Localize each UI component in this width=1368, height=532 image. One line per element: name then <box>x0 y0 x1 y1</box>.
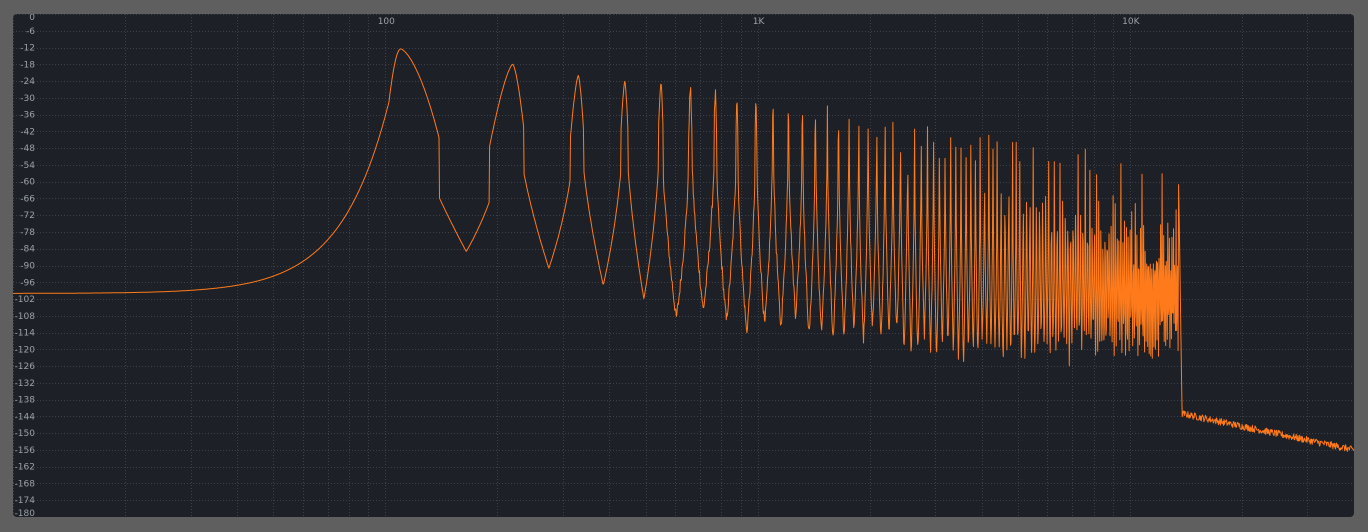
y-tick-label: -24 <box>20 77 35 87</box>
y-tick-label: -54 <box>20 161 35 171</box>
grid-lines <box>13 14 1354 517</box>
x-tick-label: 10K <box>1122 17 1140 27</box>
y-tick-label: -12 <box>20 44 35 54</box>
y-tick-label: -60 <box>20 178 35 188</box>
y-tick-label: -144 <box>15 412 36 422</box>
y-tick-label: -132 <box>15 379 35 389</box>
y-tick-label: -114 <box>15 329 36 339</box>
y-tick-label: -6 <box>26 27 35 37</box>
y-tick-label: -90 <box>20 262 35 272</box>
y-tick-label: -126 <box>15 362 36 372</box>
y-tick-label: -150 <box>15 429 36 439</box>
spectrum-chart: 0 -6 -12 -18 -24 -30 -36 -42 -48 -54 -60 -66 -72 -78 -… <box>13 14 1354 517</box>
y-tick-label: -120 <box>15 345 36 355</box>
y-tick-label: 0 <box>29 14 35 23</box>
y-tick-label: -108 <box>15 312 36 322</box>
y-tick-label: -174 <box>15 496 36 506</box>
y-tick-label: -18 <box>20 60 35 70</box>
spectrum-curve <box>13 48 1354 452</box>
y-tick-label: -72 <box>20 211 35 221</box>
y-tick-label: -168 <box>15 479 36 489</box>
y-tick-label: -48 <box>20 144 35 154</box>
y-tick-label: -42 <box>20 127 35 137</box>
y-tick-label: -102 <box>15 295 35 305</box>
y-tick-label: -138 <box>15 396 36 406</box>
x-tick-label: 1K <box>753 17 766 27</box>
y-tick-label: -78 <box>20 228 35 238</box>
y-tick-label: -162 <box>15 463 35 473</box>
spectrum-analyzer-panel: 0 -6 -12 -18 -24 -30 -36 -42 -48 -54 -60 -66 -72 -78 -… <box>13 14 1354 517</box>
y-tick-label: -84 <box>20 245 35 255</box>
y-tick-label: -36 <box>20 111 35 121</box>
y-tick-label: -30 <box>20 94 35 104</box>
x-tick-label: 100 <box>378 17 395 27</box>
y-tick-label: -66 <box>20 194 35 204</box>
y-tick-label: -156 <box>15 446 36 456</box>
y-tick-label: -180 <box>15 509 36 517</box>
y-tick-label: -96 <box>20 278 35 288</box>
